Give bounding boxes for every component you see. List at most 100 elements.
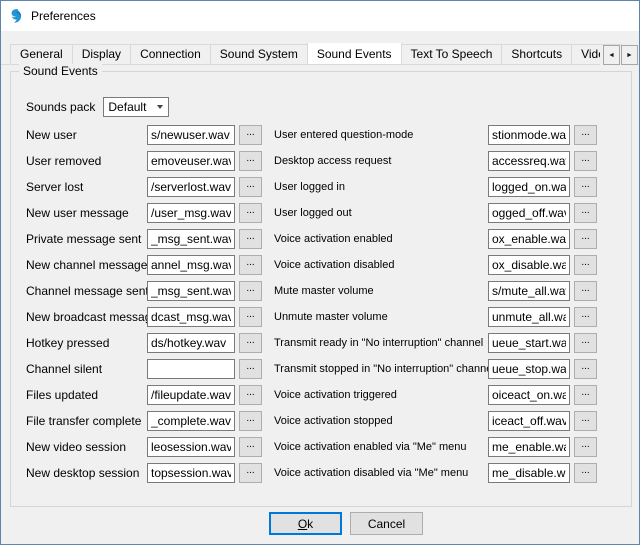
sound-events-group: Sound Events Sounds pack Default New use…: [10, 71, 632, 507]
sound-file-input[interactable]: [488, 333, 570, 353]
sound-file-input[interactable]: [147, 437, 235, 457]
browse-button[interactable]: ...: [239, 307, 262, 327]
cancel-button[interactable]: Cancel: [350, 512, 423, 535]
sound-event-label: Transmit stopped in "No interruption" ch…: [274, 363, 488, 375]
sound-event-row: Unmute master volume ...: [274, 304, 620, 330]
ok-button-label: Ok: [298, 517, 313, 531]
sound-event-row: Server lost ...: [26, 174, 274, 200]
sound-event-row: Channel silent ...: [26, 356, 274, 382]
sound-file-input[interactable]: [147, 359, 235, 379]
browse-button[interactable]: ...: [574, 229, 597, 249]
titlebar: Preferences: [1, 1, 639, 31]
sound-file-input[interactable]: [488, 437, 570, 457]
sound-file-input[interactable]: [147, 307, 235, 327]
tab-scroll-right-button[interactable]: ►: [621, 45, 638, 65]
sound-event-label: New channel message: [26, 258, 147, 272]
sound-file-input[interactable]: [147, 385, 235, 405]
sound-file-input[interactable]: [147, 333, 235, 353]
preferences-dialog: Preferences General Display Connection S…: [0, 0, 640, 545]
sound-event-row: Voice activation stopped ...: [274, 408, 620, 434]
browse-button[interactable]: ...: [239, 437, 262, 457]
browse-button[interactable]: ...: [574, 463, 597, 483]
sound-event-row: Transmit stopped in "No interruption" ch…: [274, 356, 620, 382]
sound-events-column-right: User entered question-mode ... Desktop a…: [274, 122, 620, 486]
browse-button[interactable]: ...: [239, 229, 262, 249]
tab-scroll-left-icon: ◄: [608, 52, 615, 59]
sound-file-input[interactable]: [488, 229, 570, 249]
browse-button[interactable]: ...: [574, 307, 597, 327]
browse-button[interactable]: ...: [239, 359, 262, 379]
sound-event-label: Channel silent: [26, 362, 147, 376]
sound-event-row: Voice activation enabled via "Me" menu .…: [274, 434, 620, 460]
sound-event-label: Desktop access request: [274, 155, 488, 167]
sound-file-input[interactable]: [488, 385, 570, 405]
browse-button[interactable]: ...: [574, 437, 597, 457]
sound-file-input[interactable]: [488, 203, 570, 223]
sound-event-row: Mute master volume ...: [274, 278, 620, 304]
window-title: Preferences: [31, 9, 96, 23]
browse-button[interactable]: ...: [239, 255, 262, 275]
browse-button[interactable]: ...: [239, 385, 262, 405]
sound-file-input[interactable]: [147, 151, 235, 171]
sound-event-row: New desktop session ...: [26, 460, 274, 486]
sound-event-label: Files updated: [26, 388, 147, 402]
sound-file-input[interactable]: [147, 177, 235, 197]
browse-button[interactable]: ...: [574, 359, 597, 379]
sound-file-input[interactable]: [488, 151, 570, 171]
browse-button[interactable]: ...: [239, 203, 262, 223]
sound-file-input[interactable]: [147, 411, 235, 431]
browse-button[interactable]: ...: [239, 281, 262, 301]
browse-button[interactable]: ...: [574, 411, 597, 431]
sound-file-input[interactable]: [147, 463, 235, 483]
browse-button[interactable]: ...: [574, 385, 597, 405]
tab-connection[interactable]: Connection: [130, 44, 211, 64]
sound-file-input[interactable]: [488, 307, 570, 327]
sound-file-input[interactable]: [488, 359, 570, 379]
sounds-pack-select[interactable]: Default: [103, 97, 169, 117]
sound-event-row: File transfer complete ...: [26, 408, 274, 434]
sound-file-input[interactable]: [147, 203, 235, 223]
ok-button[interactable]: Ok: [269, 512, 342, 535]
sound-file-input[interactable]: [147, 229, 235, 249]
app-logo-icon: [9, 8, 25, 24]
browse-button[interactable]: ...: [239, 463, 262, 483]
sound-file-input[interactable]: [147, 281, 235, 301]
sound-event-row: Hotkey pressed ...: [26, 330, 274, 356]
browse-button[interactable]: ...: [574, 203, 597, 223]
sound-file-input[interactable]: [488, 411, 570, 431]
sound-event-row: Voice activation disabled ...: [274, 252, 620, 278]
sound-event-row: New channel message ...: [26, 252, 274, 278]
tab-scroll-left-button[interactable]: ◄: [603, 45, 620, 65]
sound-event-label: Voice activation triggered: [274, 389, 488, 401]
sound-event-row: New broadcast message ...: [26, 304, 274, 330]
tab-general[interactable]: General: [10, 44, 73, 64]
browse-button[interactable]: ...: [239, 151, 262, 171]
sound-file-input[interactable]: [488, 177, 570, 197]
sound-file-input[interactable]: [488, 255, 570, 275]
browse-button[interactable]: ...: [574, 281, 597, 301]
sound-file-input[interactable]: [147, 125, 235, 145]
browse-button[interactable]: ...: [239, 411, 262, 431]
sound-event-label: New video session: [26, 440, 147, 454]
tab-scrollers: ◄ ►: [600, 45, 638, 65]
browse-button[interactable]: ...: [574, 151, 597, 171]
tab-text-to-speech[interactable]: Text To Speech: [401, 44, 503, 64]
tab-scroll-right-icon: ►: [626, 52, 633, 59]
sound-file-input[interactable]: [488, 281, 570, 301]
browse-button[interactable]: ...: [574, 255, 597, 275]
tab-sound-events[interactable]: Sound Events: [307, 43, 402, 65]
tab-sound-system[interactable]: Sound System: [210, 44, 308, 64]
sound-event-label: Voice activation disabled: [274, 259, 488, 271]
tab-display[interactable]: Display: [72, 44, 131, 64]
sound-event-row: Transmit ready in "No interruption" chan…: [274, 330, 620, 356]
sound-file-input[interactable]: [147, 255, 235, 275]
sound-file-input[interactable]: [488, 125, 570, 145]
browse-button[interactable]: ...: [574, 125, 597, 145]
browse-button[interactable]: ...: [239, 333, 262, 353]
browse-button[interactable]: ...: [239, 177, 262, 197]
browse-button[interactable]: ...: [239, 125, 262, 145]
browse-button[interactable]: ...: [574, 177, 597, 197]
browse-button[interactable]: ...: [574, 333, 597, 353]
tab-shortcuts[interactable]: Shortcuts: [501, 44, 572, 64]
sound-file-input[interactable]: [488, 463, 570, 483]
